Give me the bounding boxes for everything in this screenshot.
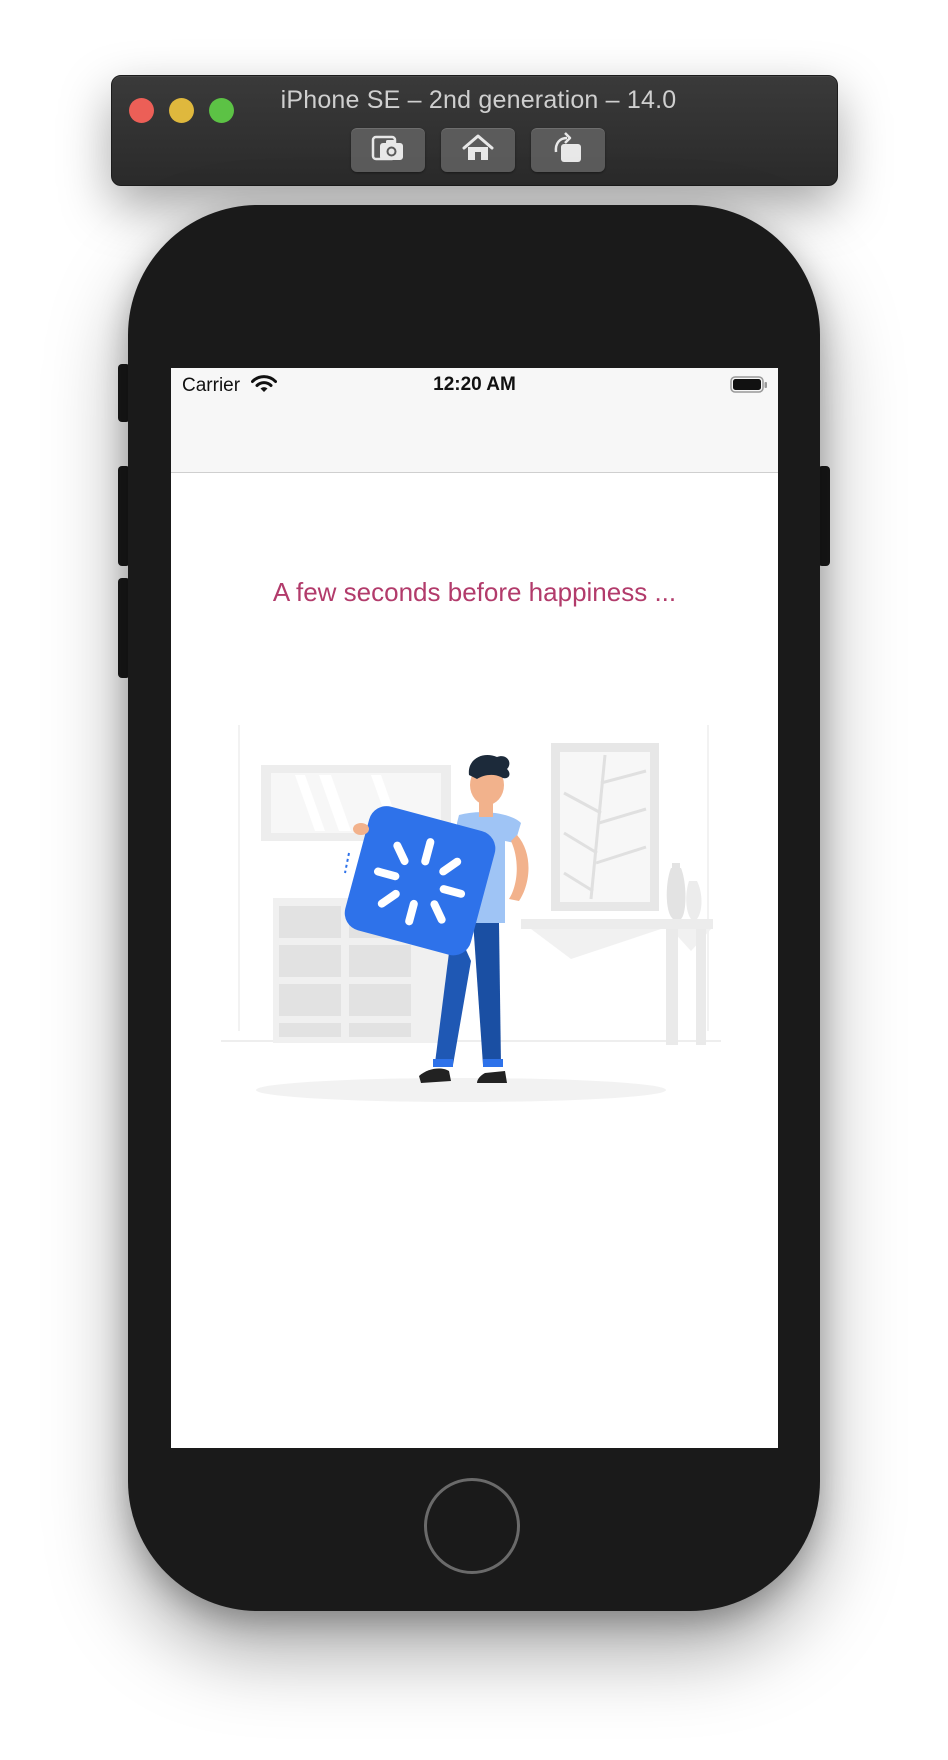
- navigation-bar: Carrier 12:20 AM: [171, 368, 778, 473]
- loading-illustration: [221, 723, 721, 1148]
- status-clock: 12:20 AM: [433, 374, 516, 395]
- device-home-button[interactable]: [424, 1478, 520, 1574]
- screenshot-icon: [370, 132, 406, 169]
- rotate-button[interactable]: [531, 128, 605, 172]
- screenshot-button[interactable]: [351, 128, 425, 172]
- home-button-toolbar[interactable]: [441, 128, 515, 172]
- loading-message: A few seconds before happiness ...: [272, 577, 677, 607]
- device-screen: Carrier 12:20 AM A few seconds before ha…: [171, 368, 778, 1448]
- home-icon: [461, 133, 495, 168]
- rotate-icon: [551, 131, 585, 169]
- simulator-title-bar: iPhone SE – 2nd generation – 14.0: [111, 75, 838, 186]
- simulator-title: iPhone SE – 2nd generation – 14.0: [280, 86, 677, 114]
- battery-icon: [730, 375, 768, 400]
